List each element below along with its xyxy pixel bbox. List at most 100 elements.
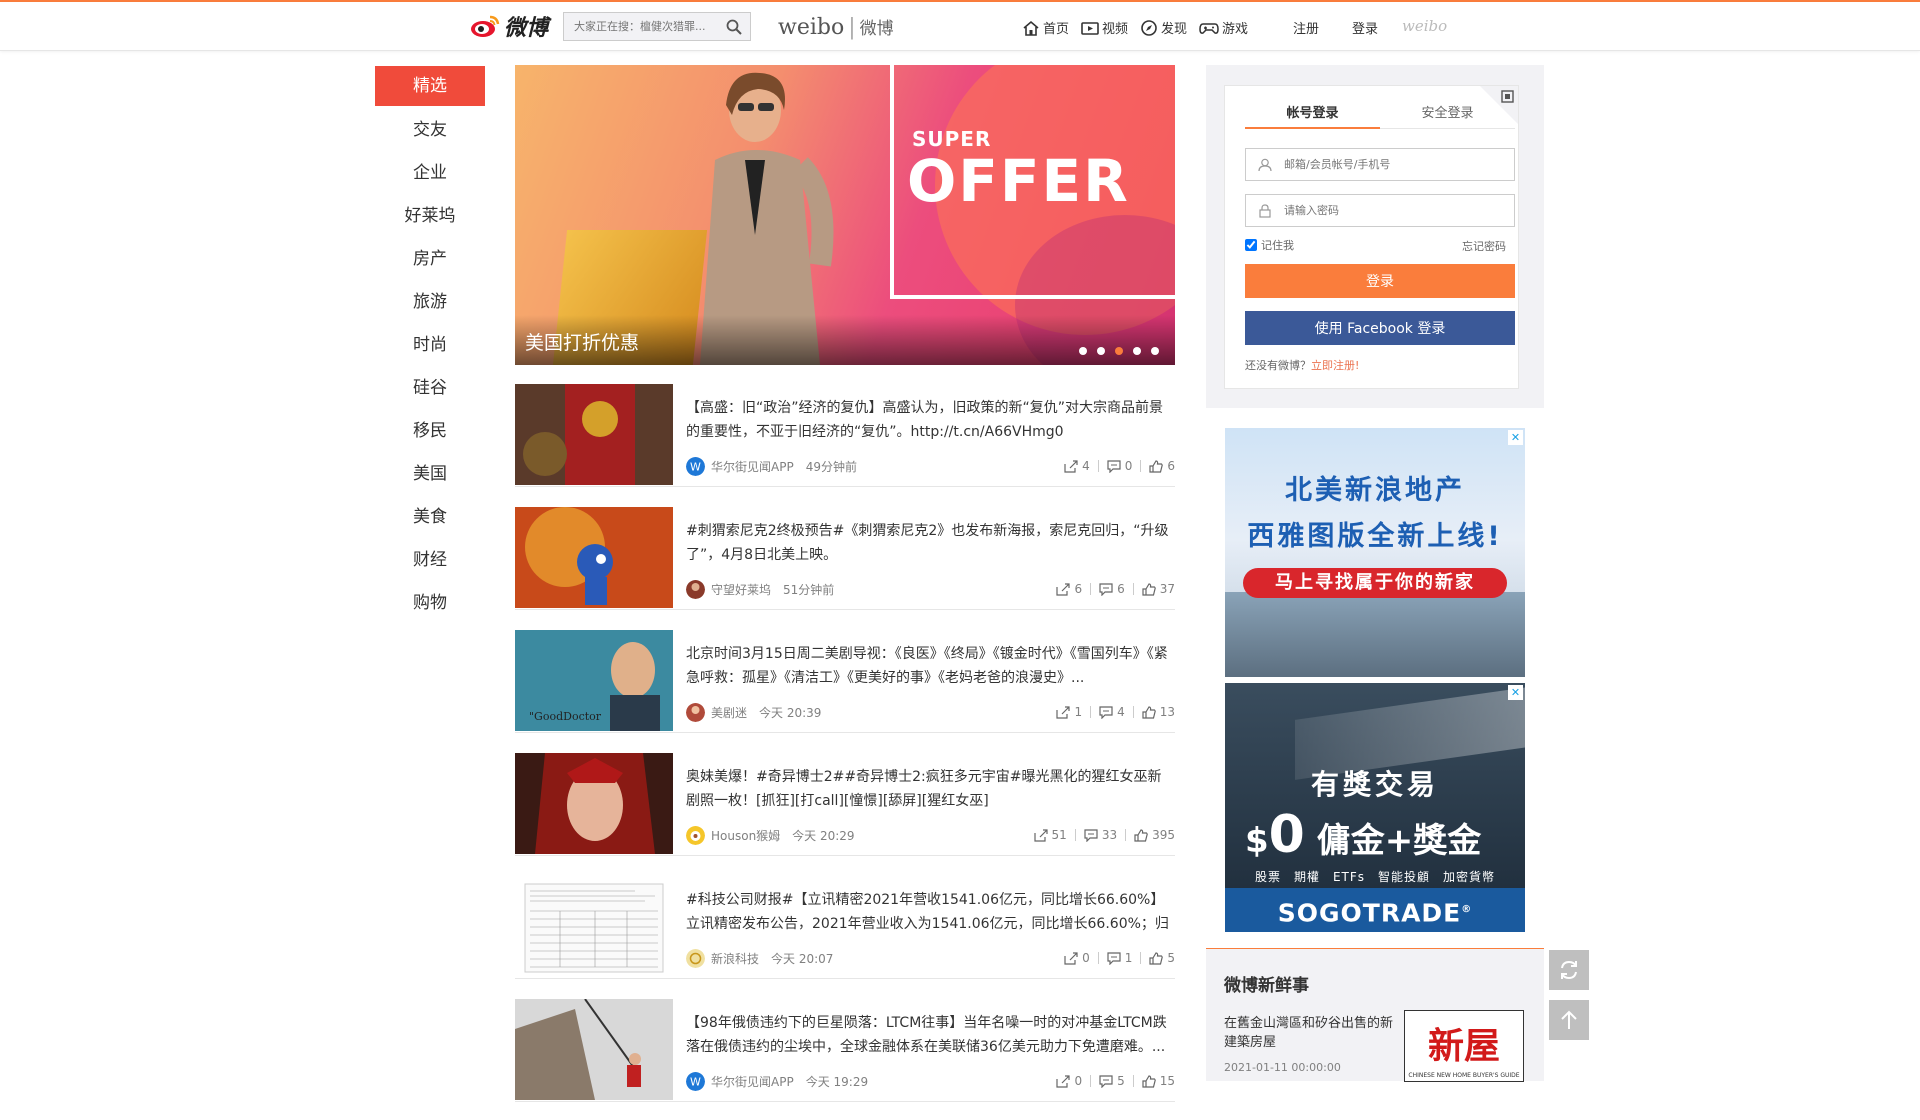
search-input[interactable] (564, 13, 724, 40)
sidebar-item-food[interactable]: 美食 (375, 496, 485, 539)
like-stat[interactable]: 13 (1142, 705, 1175, 719)
password-input[interactable] (1282, 203, 1506, 218)
feed-thumbnail[interactable] (515, 507, 673, 608)
feed-text[interactable]: 【98年俄债违约下的巨星陨落：LTCM往事】当年名噪一时的对冲基金LTCM跌落在… (686, 1011, 1175, 1059)
avatar[interactable] (686, 825, 705, 845)
feed-text[interactable]: 北京时间3月15日周二美剧导视：《良医》《终局》《镀金时代》《雪国列车》《紧急呼… (686, 642, 1175, 690)
sidebar-item-dating[interactable]: 交友 (375, 109, 485, 152)
carousel-dot[interactable] (1151, 347, 1159, 355)
nav-home[interactable]: 首页 (1022, 18, 1069, 37)
forgot-password-link[interactable]: 忘记密码 (1462, 238, 1506, 254)
banner-caption[interactable]: 美国打折优惠 (525, 328, 639, 355)
feed-text[interactable]: 奥妹美爆！#奇异博士2##奇异博士2:疯狂多元宇宙#曝光黑化的猩红女巫新剧照一枚… (686, 765, 1175, 813)
ad-banner-realestate[interactable]: 北美新浪地产 西雅图版全新上线! 马上寻找属于你的新家 ✕ (1225, 428, 1525, 677)
feed-source[interactable]: 新浪科技 (711, 950, 759, 967)
divider (1090, 706, 1092, 718)
tab-account-login[interactable]: 帐号登录 (1245, 102, 1380, 129)
like-stat[interactable]: 15 (1142, 1074, 1175, 1088)
forward-stat[interactable]: 0 (1056, 1074, 1082, 1088)
register-now-link[interactable]: 立即注册! (1311, 359, 1359, 372)
forward-stat[interactable]: 4 (1064, 459, 1090, 473)
forward-stat[interactable]: 0 (1064, 951, 1090, 965)
nav-game[interactable]: 游戏 (1199, 18, 1248, 37)
username-input[interactable] (1282, 157, 1506, 172)
feed-source[interactable]: 华尔街见闻APP (711, 458, 794, 475)
avatar[interactable] (686, 579, 705, 599)
comment-stat[interactable]: 0 (1107, 459, 1132, 473)
feed-thumbnail[interactable] (515, 753, 673, 854)
avatar[interactable] (686, 948, 705, 968)
register-link[interactable]: 注册 (1293, 18, 1319, 37)
feed-source[interactable]: 华尔街见闻APP (711, 1073, 794, 1090)
wordmark-en: weibo (778, 15, 845, 40)
feed-thumbnail[interactable] (515, 876, 673, 977)
forward-stat[interactable]: 1 (1056, 705, 1082, 719)
comment-stat[interactable]: 6 (1099, 582, 1125, 596)
comment-stat[interactable]: 33 (1084, 828, 1117, 842)
news-item-image[interactable]: 新屋 CHINESE NEW HOME BUYER'S GUIDE (1404, 1010, 1524, 1082)
carousel-dot-active[interactable] (1115, 347, 1123, 355)
sidebar-item-realestate[interactable]: 房产 (375, 238, 485, 281)
username-field[interactable] (1245, 148, 1515, 181)
sidebar-item-finance[interactable]: 财经 (375, 539, 485, 582)
back-to-top-button[interactable] (1549, 1000, 1589, 1040)
feed-source[interactable]: Houson猴姆 (711, 827, 780, 844)
comment-stat[interactable]: 4 (1099, 705, 1125, 719)
sidebar-item-featured[interactable]: 精选 (375, 66, 485, 106)
avatar[interactable]: W (686, 1071, 705, 1091)
avatar[interactable] (686, 702, 705, 722)
refresh-button[interactable] (1549, 950, 1589, 990)
remember-me[interactable]: 记住我 (1245, 237, 1294, 253)
feed-thumbnail[interactable]: "GoodDoctor (515, 630, 673, 731)
sogotrade-logo[interactable]: SOGOTRADE® (1225, 888, 1525, 932)
login-link[interactable]: 登录 (1352, 18, 1378, 37)
sidebar-item-usa[interactable]: 美国 (375, 453, 485, 496)
qr-switch-icon[interactable] (1480, 86, 1518, 124)
comment-stat[interactable]: 5 (1099, 1074, 1125, 1088)
feed-thumbnail[interactable] (515, 384, 673, 485)
password-field[interactable] (1245, 194, 1515, 227)
feed-source[interactable]: 守望好莱坞 (711, 581, 771, 598)
forward-stat[interactable]: 51 (1033, 828, 1067, 842)
carousel-dot[interactable] (1079, 347, 1087, 355)
sidebar-item-shopping[interactable]: 购物 (375, 582, 485, 625)
ad-close-icon[interactable]: ✕ (1508, 685, 1523, 700)
ad-banner-sogotrade[interactable]: 有獎交易 $0 傭金+獎金 股票 期權 ETFs 智能投顧 加密貨幣 SOGOT… (1225, 683, 1525, 932)
like-count: 395 (1152, 828, 1175, 842)
search-box[interactable] (563, 12, 751, 41)
sidebar-item-immigration[interactable]: 移民 (375, 410, 485, 453)
carousel-dot[interactable] (1133, 347, 1141, 355)
news-item-text[interactable]: 在舊金山灣區和矽谷出售的新建築房屋 (1224, 1014, 1399, 1052)
feed-item: #科技公司财报#【立讯精密2021年营收1541.06亿元，同比增长66.60%… (515, 874, 1175, 979)
search-icon[interactable] (726, 19, 742, 35)
sidebar-item-fashion[interactable]: 时尚 (375, 324, 485, 367)
feed-time: 49分钟前 (805, 459, 857, 474)
like-stat[interactable]: 5 (1149, 951, 1175, 965)
nav-video[interactable]: 视频 (1081, 18, 1128, 37)
feed-source[interactable]: 美剧迷 (711, 704, 747, 721)
avatar[interactable]: W (686, 456, 705, 476)
ad-close-icon[interactable]: ✕ (1508, 430, 1523, 445)
feed-text[interactable]: #科技公司财报#【立讯精密2021年营收1541.06亿元，同比增长66.60%… (686, 888, 1175, 936)
forward-stat[interactable]: 6 (1056, 582, 1082, 596)
carousel-dot[interactable] (1097, 347, 1105, 355)
comment-count: 4 (1117, 705, 1125, 719)
sidebar-item-siliconvalley[interactable]: 硅谷 (375, 367, 485, 410)
feed-text[interactable]: 【高盛：旧“政治”经济的复仇】高盛认为，旧政策的新“复仇”对大宗商品前景的重要性… (686, 396, 1175, 444)
feed-thumbnail[interactable] (515, 999, 673, 1100)
like-stat[interactable]: 37 (1142, 582, 1175, 596)
remember-checkbox[interactable] (1245, 239, 1257, 251)
login-button[interactable]: 登录 (1245, 264, 1515, 298)
like-stat[interactable]: 395 (1134, 828, 1175, 842)
sidebar-item-travel[interactable]: 旅游 (375, 281, 485, 324)
comment-stat[interactable]: 1 (1107, 951, 1132, 965)
nav-discover[interactable]: 发现 (1140, 18, 1187, 37)
banner-carousel[interactable]: SUPER OFFER 美国打折优惠 (515, 65, 1175, 365)
weibo-logo[interactable]: 微博 (470, 11, 548, 41)
sidebar-item-business[interactable]: 企业 (375, 152, 485, 195)
sidebar-item-hollywood[interactable]: 好莱坞 (375, 195, 485, 238)
feed-text[interactable]: #刺猬索尼克2终极预告#《刺猬索尼克2》也发布新海报，索尼克回归，“升级了”，4… (686, 519, 1175, 567)
like-stat[interactable]: 6 (1149, 459, 1175, 473)
facebook-login-button[interactable]: 使用 Facebook 登录 (1245, 311, 1515, 345)
ad-cta[interactable]: 马上寻找属于你的新家 (1243, 568, 1507, 598)
